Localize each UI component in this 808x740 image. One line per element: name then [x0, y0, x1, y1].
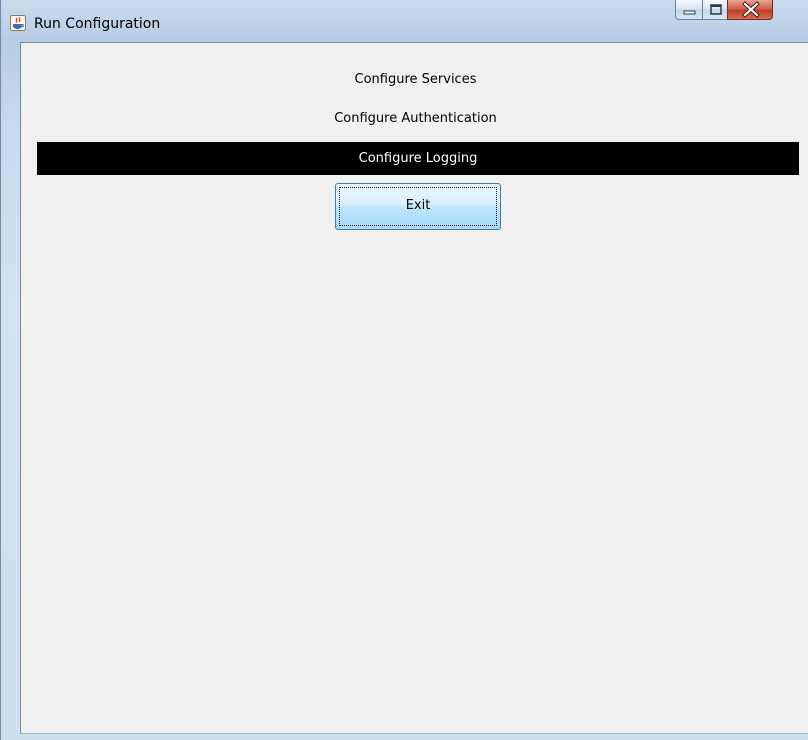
application-window: Run Configuration Configure Services Con… — [0, 0, 808, 740]
exit-button[interactable]: Exit — [335, 183, 501, 230]
minimize-icon — [683, 10, 696, 15]
configure-authentication-item[interactable]: Configure Authentication — [21, 110, 808, 128]
minimize-button[interactable] — [675, 0, 703, 20]
title-bar[interactable]: Run Configuration — [1, 0, 808, 42]
maximize-button[interactable] — [702, 0, 728, 20]
window-title: Run Configuration — [34, 16, 161, 32]
close-icon — [742, 1, 760, 18]
configure-services-item[interactable]: Configure Services — [21, 71, 808, 89]
main-panel: Configure Services Configure Authenticat… — [20, 42, 808, 734]
exit-button-label: Exit — [405, 198, 431, 213]
maximize-icon — [710, 4, 722, 15]
configure-logging-item[interactable]: Configure Logging — [37, 142, 799, 175]
java-cup-icon[interactable] — [10, 15, 26, 31]
close-button[interactable] — [727, 0, 773, 20]
